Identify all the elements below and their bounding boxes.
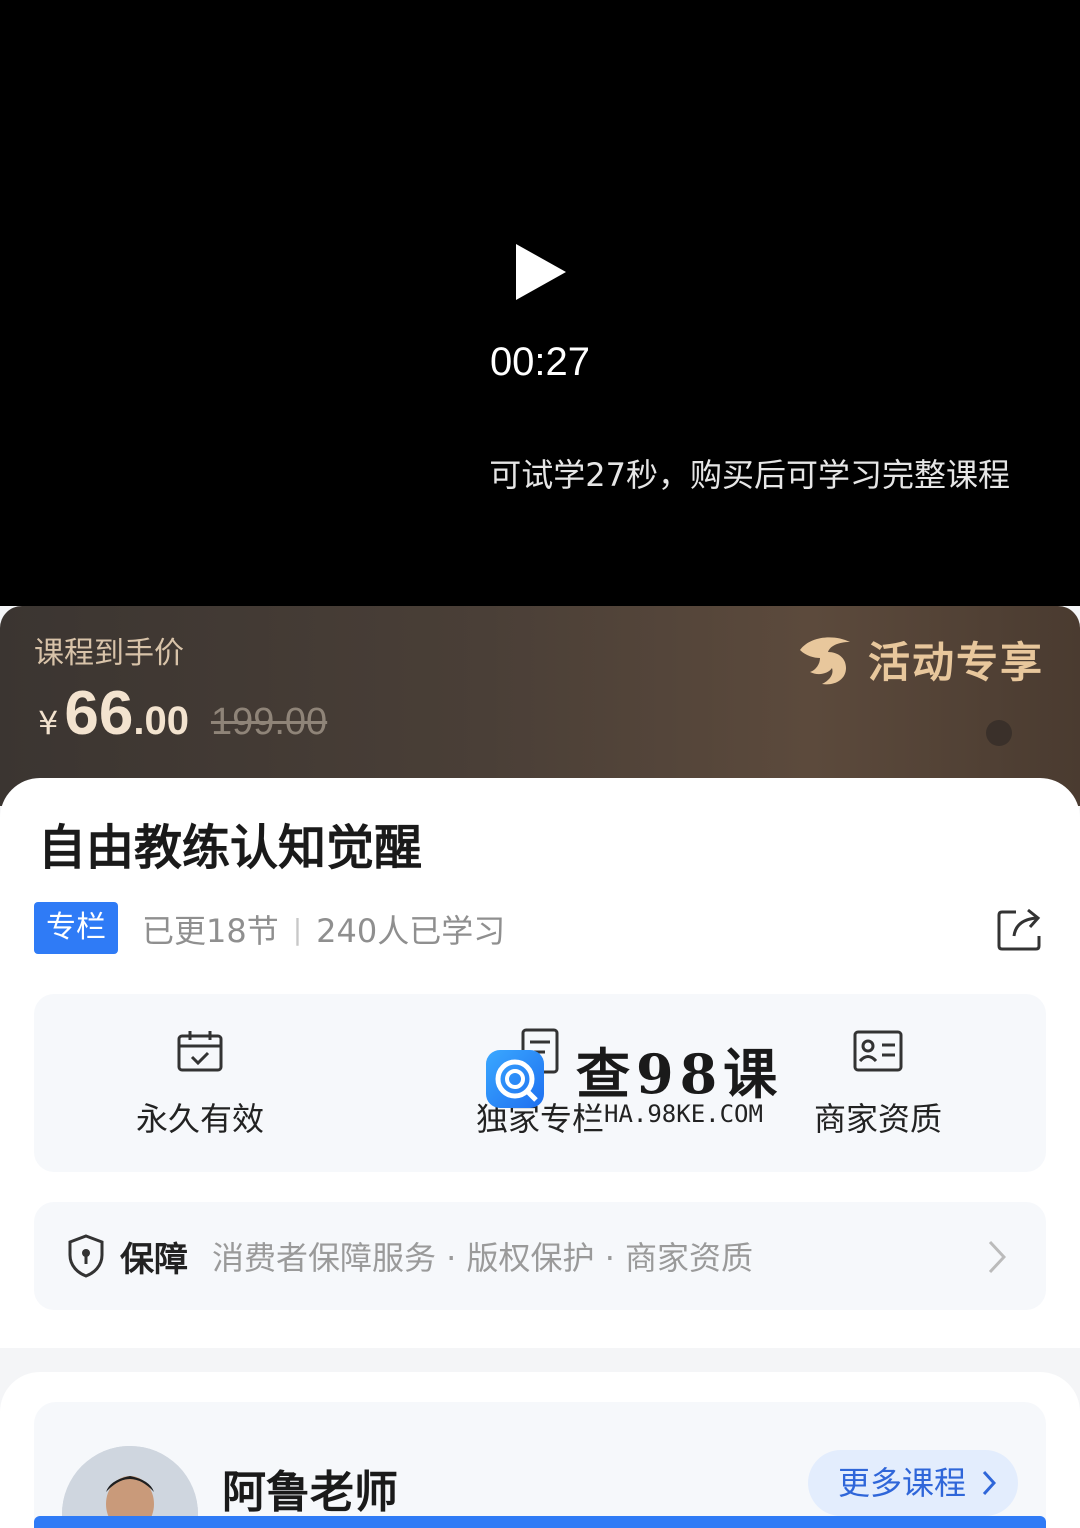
feature-label: 永久有效	[135, 1100, 264, 1138]
features-panel: 永久有效 独家专栏 商家资质	[34, 994, 1046, 1172]
column-tag: 专栏	[34, 902, 118, 954]
promo-text: 活动专享	[867, 637, 1044, 687]
banner-decoration	[986, 720, 1012, 746]
teacher-card: 阿鲁老师 更多课程	[0, 1372, 1080, 1528]
guarantee-row[interactable]: 保障 消费者保障服务 · 版权保护 · 商家资质	[34, 1202, 1046, 1310]
watermark-logo	[486, 1050, 544, 1108]
more-courses-label: 更多课程	[837, 1464, 966, 1502]
course-meta: 已更18节 | 240人已学习	[142, 906, 505, 952]
bottom-blue-strip	[34, 1516, 1046, 1528]
shield-icon	[68, 1234, 104, 1278]
price-banner: 课程到手价 ¥ 66 .00 199.00 活动专享	[0, 606, 1080, 806]
watermark-title: 查98课	[576, 1042, 784, 1106]
watermark-logo-icon	[495, 1059, 538, 1102]
chevron-right-icon	[988, 1240, 1006, 1274]
chevron-right-icon	[982, 1470, 996, 1496]
share-icon[interactable]	[996, 906, 1044, 952]
video-player[interactable]: 00:27 可试学27秒，购买后可学习完整课程	[0, 0, 1080, 606]
promo-badge: 活动专享	[794, 628, 1044, 690]
original-price: 199.00	[210, 701, 328, 743]
course-title: 自由教练认知觉醒	[38, 820, 423, 876]
price-decimal: .00	[133, 699, 189, 743]
teacher-name: 阿鲁老师	[222, 1467, 398, 1518]
feature-permanent[interactable]: 永久有效	[90, 1028, 310, 1140]
learners-count: 240人已学习	[316, 912, 506, 950]
video-time: 00:27	[489, 340, 591, 384]
price-integer: 66	[64, 679, 134, 748]
meta-divider: |	[292, 912, 303, 946]
watermark-url: HA.98KE.COM	[604, 1100, 763, 1128]
price-row: ¥ 66 .00 199.00	[38, 678, 327, 749]
play-icon[interactable]	[514, 242, 568, 302]
guarantee-title: 保障	[120, 1239, 188, 1280]
course-info-card: 自由教练认知觉醒 专栏 已更18节 | 240人已学习 永久有效 独家专栏 商家…	[0, 778, 1080, 1348]
teacher-panel: 阿鲁老师 更多课程	[34, 1402, 1046, 1528]
trial-hint: 可试学27秒，购买后可学习完整课程	[489, 456, 1010, 494]
more-courses-button[interactable]: 更多课程	[807, 1450, 1018, 1516]
price-currency: ¥	[38, 704, 59, 742]
watermark-text: 查98课 HA.98KE.COM	[576, 1030, 876, 1140]
updates-count: 已更18节	[142, 912, 279, 950]
price-label: 课程到手价	[34, 636, 184, 671]
calendar-check-icon	[177, 1031, 223, 1072]
guarantee-items: 消费者保障服务 · 版权保护 · 商家资质	[212, 1239, 754, 1277]
swallow-icon	[799, 637, 850, 685]
